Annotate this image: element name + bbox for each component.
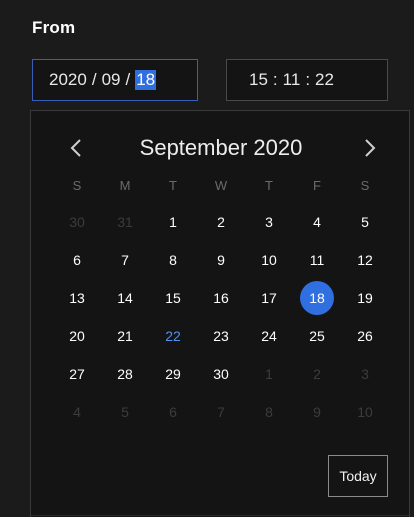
day-cell[interactable]: 1 [245,355,293,393]
day-cell[interactable]: 6 [53,241,101,279]
day-cell[interactable]: 23 [197,317,245,355]
day-cell[interactable]: 17 [245,279,293,317]
day-cell[interactable]: 2 [293,355,341,393]
day-cell[interactable]: 8 [245,393,293,431]
week-row: 4 5 6 7 8 9 10 [53,393,389,431]
day-cell[interactable]: 12 [341,241,389,279]
day-cell[interactable]: 24 [245,317,293,355]
day-cell[interactable]: 3 [245,203,293,241]
day-cell[interactable]: 5 [101,393,149,431]
day-cell[interactable]: 29 [149,355,197,393]
weekday-label: F [313,177,321,193]
calendar-popup: September 2020 S M T W T F S 30 31 1 2 3… [30,110,410,517]
day-cell[interactable]: 7 [197,393,245,431]
day-cell-today[interactable]: 22 [149,317,197,355]
day-cell[interactable]: 31 [101,203,149,241]
day-cell[interactable]: 3 [341,355,389,393]
day-cell[interactable]: 2 [197,203,245,241]
day-cell[interactable]: 4 [53,393,101,431]
week-row: 27 28 29 30 1 2 3 [53,355,389,393]
day-cell[interactable]: 1 [149,203,197,241]
day-cell[interactable]: 10 [245,241,293,279]
day-cell[interactable]: 16 [197,279,245,317]
weekday-label: W [214,177,228,193]
time-hour[interactable]: 15 [249,70,268,90]
day-cell[interactable]: 9 [293,393,341,431]
week-row: 30 31 1 2 3 4 5 [53,203,389,241]
time-minute[interactable]: 11 [283,70,301,90]
time-second[interactable]: 22 [315,70,334,90]
day-cell[interactable]: 25 [293,317,341,355]
calendar-header: September 2020 [31,131,411,167]
time-separator: : [305,70,311,89]
week-row: 20 21 22 23 24 25 26 [53,317,389,355]
day-cell[interactable]: 6 [149,393,197,431]
weekday-label: M [119,177,131,193]
day-cell[interactable]: 11 [293,241,341,279]
day-cell[interactable]: 5 [341,203,389,241]
month-title[interactable]: September 2020 [31,135,411,161]
date-year[interactable]: 2020 [49,70,87,90]
weekday-label: T [169,177,177,193]
weekday-label: S [360,177,370,193]
date-input[interactable]: 2020 / 09 / 18 [32,59,198,101]
time-separator: : [272,70,278,89]
day-cell-selected[interactable]: 18 [293,279,341,317]
day-cell[interactable]: 19 [341,279,389,317]
date-month[interactable]: 09 [102,70,121,90]
day-cell[interactable]: 21 [101,317,149,355]
day-cell[interactable]: 26 [341,317,389,355]
day-cell[interactable]: 30 [53,203,101,241]
divider [31,515,409,516]
week-row: 6 7 8 9 10 11 12 [53,241,389,279]
next-month-button[interactable] [355,133,385,163]
day-cell[interactable]: 13 [53,279,101,317]
weekday-header-row: S M T W T F S [53,167,389,203]
day-cell[interactable]: 20 [53,317,101,355]
day-cell[interactable]: 30 [197,355,245,393]
day-cell[interactable]: 7 [101,241,149,279]
day-cell[interactable]: 10 [341,393,389,431]
date-day[interactable]: 18 [135,70,157,90]
date-time-picker: From 2020 / 09 / 18 15 : 11 : 22 Septemb… [0,0,414,517]
day-cell[interactable]: 4 [293,203,341,241]
today-button[interactable]: Today [328,455,388,497]
day-cell[interactable]: 8 [149,241,197,279]
day-cell[interactable]: 27 [53,355,101,393]
day-cell[interactable]: 15 [149,279,197,317]
time-input[interactable]: 15 : 11 : 22 [226,59,388,101]
date-separator: / [91,70,97,89]
from-label: From [32,18,76,37]
calendar-grid: S M T W T F S 30 31 1 2 3 4 5 6 7 8 9 10… [53,167,389,431]
week-row: 13 14 15 16 17 18 19 [53,279,389,317]
date-separator: / [125,70,131,89]
chevron-right-icon [365,139,376,157]
weekday-label: S [72,177,82,193]
day-cell[interactable]: 14 [101,279,149,317]
weekday-label: T [265,177,273,193]
day-cell[interactable]: 9 [197,241,245,279]
day-cell[interactable]: 28 [101,355,149,393]
